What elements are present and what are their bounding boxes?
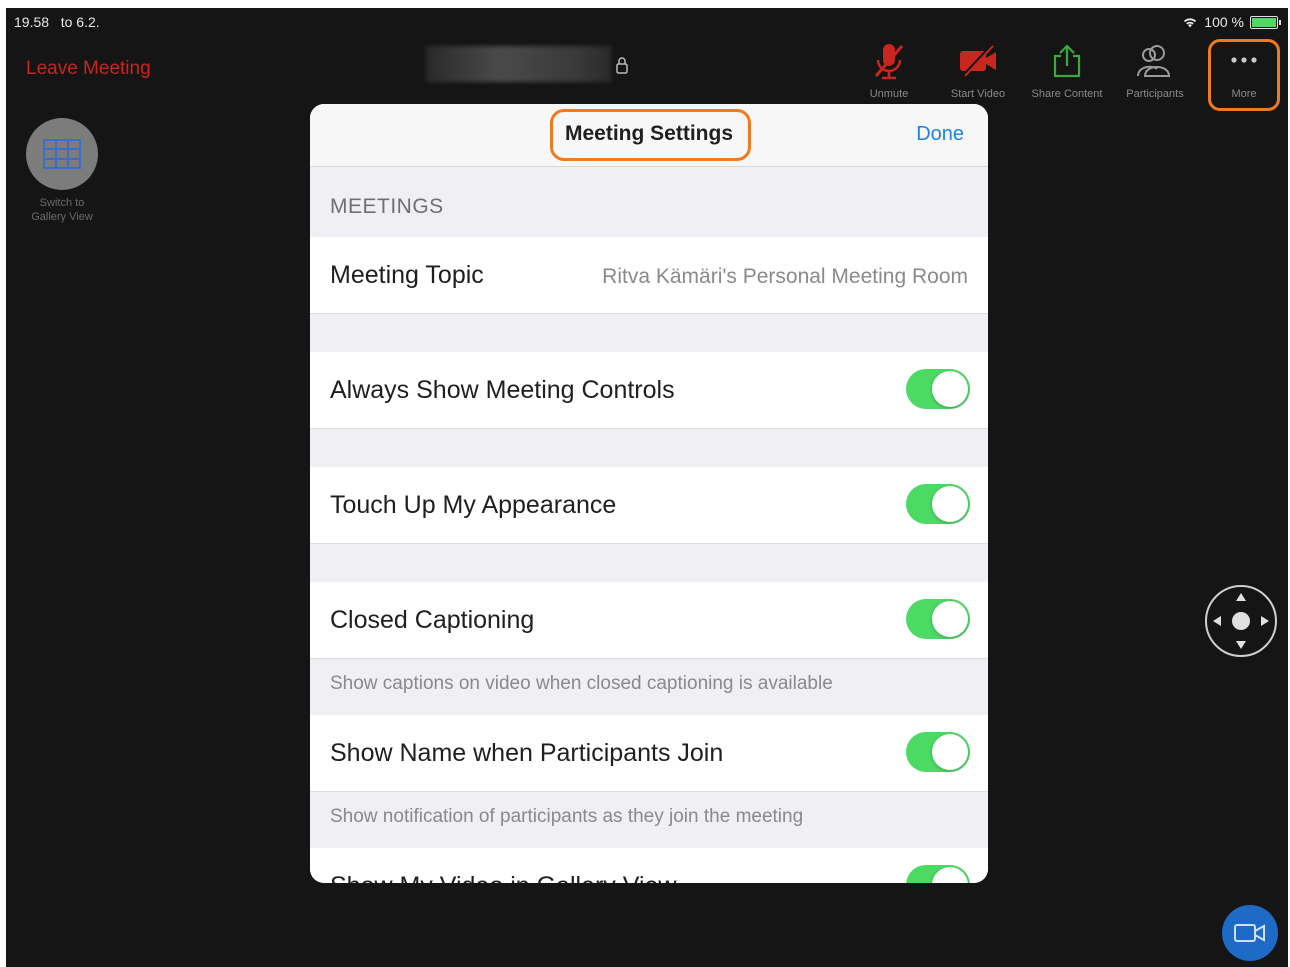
start-video-button[interactable]: Start Video bbox=[934, 42, 1022, 100]
setting-label: Touch Up My Appearance bbox=[330, 491, 617, 519]
share-icon bbox=[1053, 44, 1081, 78]
leave-meeting-button[interactable]: Leave Meeting bbox=[26, 58, 151, 80]
switch-camera-button[interactable] bbox=[1222, 905, 1278, 961]
setting-row-show-name-on-join: Show Name when Participants Join bbox=[310, 715, 988, 792]
video-off-icon bbox=[960, 44, 996, 78]
directional-pad-icon bbox=[1213, 593, 1269, 649]
setting-description: Show notification of participants as the… bbox=[330, 806, 804, 827]
participants-button[interactable]: Participants bbox=[1111, 42, 1199, 100]
switch-gallery-view-button[interactable] bbox=[26, 118, 98, 190]
setting-label: Always Show Meeting Controls bbox=[330, 376, 675, 404]
setting-label: Show Name when Participants Join bbox=[330, 739, 724, 767]
more-highlight-annotation bbox=[1208, 39, 1280, 111]
meeting-id-redacted bbox=[426, 46, 611, 82]
battery-fill bbox=[1252, 17, 1276, 27]
show-name-on-join-toggle[interactable] bbox=[906, 732, 970, 772]
meeting-topic-row[interactable]: Meeting Topic Ritva Kämäri's Personal Me… bbox=[310, 237, 988, 314]
start-video-label: Start Video bbox=[950, 88, 1006, 100]
section-title: MEETINGS bbox=[330, 195, 444, 218]
gallery-label-line1: Switch to bbox=[39, 197, 85, 209]
battery-percent: 100 % bbox=[1204, 14, 1244, 30]
participants-label: Participants bbox=[1126, 88, 1184, 100]
unmute-button[interactable]: Unmute bbox=[845, 42, 933, 100]
meeting-settings-modal: Meeting Settings Done MEETINGS Meeting T… bbox=[310, 104, 988, 883]
always-show-controls-toggle[interactable] bbox=[906, 369, 970, 409]
muted-mic-icon bbox=[874, 44, 904, 80]
gallery-label-line2: Gallery View bbox=[31, 211, 93, 223]
show-name-description: Show notification of participants as the… bbox=[310, 792, 988, 848]
section-header-meetings: MEETINGS bbox=[310, 167, 988, 237]
gallery-view-label: Switch to Gallery View bbox=[11, 196, 113, 224]
touch-up-appearance-toggle[interactable] bbox=[906, 484, 970, 524]
share-content-button[interactable]: Share Content bbox=[1023, 42, 1111, 100]
status-time: 19.58 bbox=[14, 14, 50, 30]
meeting-topic-label: Meeting Topic bbox=[330, 261, 484, 289]
setting-description: Show captions on video when closed capti… bbox=[330, 673, 833, 694]
setting-label: Show My Video in Gallery View bbox=[330, 872, 676, 883]
closed-captioning-toggle[interactable] bbox=[906, 599, 970, 639]
meeting-screen: 19.58 to 6.2. 100 % Leave Meeting Unmute bbox=[6, 8, 1288, 967]
setting-row-closed-captioning: Closed Captioning bbox=[310, 582, 988, 659]
setting-row-always-show-controls: Always Show Meeting Controls bbox=[310, 352, 988, 429]
wifi-icon bbox=[1184, 18, 1197, 28]
title-highlight-annotation bbox=[550, 109, 751, 161]
grid-icon bbox=[43, 139, 81, 169]
show-my-video-toggle[interactable] bbox=[906, 865, 970, 883]
setting-label: Closed Captioning bbox=[330, 606, 535, 634]
camera-icon bbox=[1234, 924, 1265, 942]
status-bar-left: 19.58 to 6.2. bbox=[14, 14, 100, 30]
status-bar-right: 100 % bbox=[1182, 14, 1281, 30]
done-button[interactable]: Done bbox=[916, 123, 964, 146]
setting-row-touch-up-appearance: Touch Up My Appearance bbox=[310, 467, 988, 544]
battery-icon bbox=[1250, 15, 1281, 29]
modal-header: Meeting Settings Done bbox=[310, 104, 988, 167]
share-content-label: Share Content bbox=[1031, 88, 1103, 100]
setting-row-show-my-video: Show My Video in Gallery View bbox=[310, 848, 988, 883]
unmute-label: Unmute bbox=[869, 88, 909, 100]
camera-control-joystick[interactable] bbox=[1205, 585, 1277, 657]
meeting-topic-value: Ritva Kämäri's Personal Meeting Room bbox=[602, 265, 968, 288]
lock-icon[interactable] bbox=[615, 56, 629, 79]
status-date: to 6.2. bbox=[60, 14, 100, 30]
participants-icon bbox=[1137, 45, 1171, 77]
closed-captioning-description: Show captions on video when closed capti… bbox=[310, 659, 988, 715]
